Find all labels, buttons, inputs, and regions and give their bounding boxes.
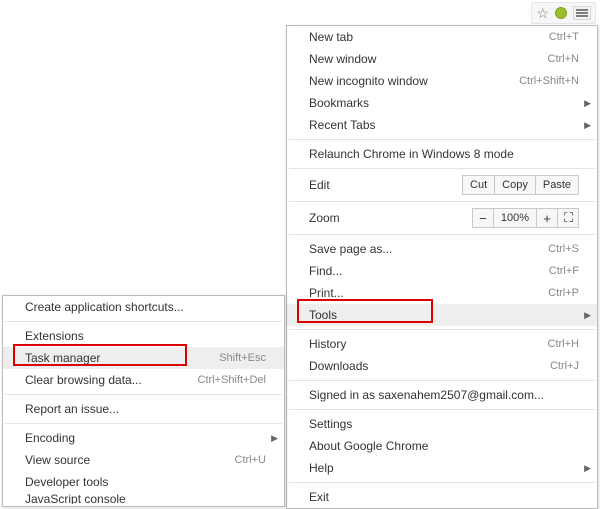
edit-copy-button[interactable]: Copy [494, 175, 536, 195]
menu-label: Exit [309, 490, 329, 504]
separator [289, 380, 595, 381]
menu-relaunch[interactable]: Relaunch Chrome in Windows 8 mode [287, 143, 597, 165]
submenu-task-manager[interactable]: Task manager Shift+Esc [3, 347, 284, 369]
separator [289, 234, 595, 235]
chrome-main-menu: New tab Ctrl+T New window Ctrl+N New inc… [286, 25, 598, 509]
chevron-right-icon: ▶ [584, 310, 591, 321]
menu-signed-in[interactable]: Signed in as saxenahem2507@gmail.com... [287, 384, 597, 406]
menu-shortcut: Shift+Esc [219, 352, 266, 364]
chevron-right-icon: ▶ [584, 98, 591, 109]
menu-label: About Google Chrome [309, 439, 428, 453]
menu-label: Signed in as saxenahem2507@gmail.com... [309, 388, 544, 402]
edit-paste-button[interactable]: Paste [535, 175, 579, 195]
separator [289, 201, 595, 202]
menu-label: Bookmarks [309, 96, 369, 110]
menu-label: Tools [309, 308, 337, 322]
menu-save-as[interactable]: Save page as... Ctrl+S [287, 238, 597, 260]
separator [5, 423, 282, 424]
menu-label: Zoom [309, 211, 340, 225]
menu-shortcut: Ctrl+H [548, 338, 579, 350]
separator [289, 139, 595, 140]
submenu-view-source[interactable]: View source Ctrl+U [3, 449, 284, 471]
menu-print[interactable]: Print... Ctrl+P [287, 282, 597, 304]
menu-new-window[interactable]: New window Ctrl+N [287, 48, 597, 70]
separator [289, 482, 595, 483]
menu-label: History [309, 337, 346, 351]
menu-label: New tab [309, 30, 353, 44]
chevron-right-icon: ▶ [584, 463, 591, 474]
menu-label: Extensions [25, 329, 84, 343]
menu-shortcut: Ctrl+S [548, 243, 579, 255]
menu-label: Clear browsing data... [25, 373, 142, 387]
fullscreen-button[interactable]: ⛶ [557, 208, 579, 228]
menu-shortcut: Ctrl+N [548, 53, 579, 65]
menu-label: Task manager [25, 351, 100, 365]
bookmark-star-icon[interactable]: ☆ [536, 5, 549, 22]
zoom-out-button[interactable]: − [472, 208, 494, 228]
menu-label: Relaunch Chrome in Windows 8 mode [309, 147, 514, 161]
menu-edit-row: Edit Cut Copy Paste [287, 172, 597, 198]
toolbar: ☆ [531, 2, 596, 24]
separator [289, 168, 595, 169]
menu-shortcut: Ctrl+T [549, 31, 579, 43]
tools-submenu: Create application shortcuts... Extensio… [2, 295, 285, 507]
zoom-value: 100% [493, 208, 537, 228]
menu-shortcut: Ctrl+J [550, 360, 579, 372]
menu-new-tab[interactable]: New tab Ctrl+T [287, 26, 597, 48]
menu-zoom-row: Zoom − 100% + ⛶ [287, 205, 597, 231]
edit-cut-button[interactable]: Cut [462, 175, 495, 195]
menu-label: View source [25, 453, 90, 467]
menu-label: New incognito window [309, 74, 428, 88]
menu-downloads[interactable]: Downloads Ctrl+J [287, 355, 597, 377]
menu-label: Help [309, 461, 334, 475]
menu-new-incognito[interactable]: New incognito window Ctrl+Shift+N [287, 70, 597, 92]
submenu-dev-tools[interactable]: Developer tools [3, 471, 284, 493]
menu-label: Edit [309, 178, 330, 192]
menu-tools[interactable]: Tools ▶ [287, 304, 597, 326]
separator [5, 394, 282, 395]
menu-label: Save page as... [309, 242, 392, 256]
menu-recent-tabs[interactable]: Recent Tabs ▶ [287, 114, 597, 136]
zoom-in-button[interactable]: + [536, 208, 558, 228]
submenu-extensions[interactable]: Extensions [3, 325, 284, 347]
menu-label: JavaScript console [25, 493, 126, 504]
menu-label: Settings [309, 417, 352, 431]
menu-label: Encoding [25, 431, 75, 445]
menu-label: Recent Tabs [309, 118, 376, 132]
menu-shortcut: Ctrl+U [235, 454, 266, 466]
separator [5, 321, 282, 322]
chevron-right-icon: ▶ [271, 433, 278, 444]
menu-label: Report an issue... [25, 402, 119, 416]
submenu-create-shortcuts[interactable]: Create application shortcuts... [3, 296, 284, 318]
menu-shortcut: Ctrl+Shift+N [519, 75, 579, 87]
submenu-js-console[interactable]: JavaScript console [3, 493, 284, 504]
menu-label: Print... [309, 286, 344, 300]
menu-shortcut: Ctrl+F [549, 265, 579, 277]
menu-label: Developer tools [25, 475, 108, 489]
chevron-right-icon: ▶ [584, 120, 591, 131]
menu-shortcut: Ctrl+Shift+Del [198, 374, 266, 386]
menu-find[interactable]: Find... Ctrl+F [287, 260, 597, 282]
menu-hamburger-icon[interactable] [573, 6, 591, 20]
menu-bookmarks[interactable]: Bookmarks ▶ [287, 92, 597, 114]
menu-settings[interactable]: Settings [287, 413, 597, 435]
submenu-report-issue[interactable]: Report an issue... [3, 398, 284, 420]
menu-help[interactable]: Help ▶ [287, 457, 597, 479]
menu-label: Create application shortcuts... [25, 300, 184, 314]
menu-shortcut: Ctrl+P [548, 287, 579, 299]
submenu-clear-data[interactable]: Clear browsing data... Ctrl+Shift+Del [3, 369, 284, 391]
extension-dot-icon[interactable] [555, 7, 567, 19]
separator [289, 329, 595, 330]
menu-history[interactable]: History Ctrl+H [287, 333, 597, 355]
menu-label: New window [309, 52, 376, 66]
menu-about[interactable]: About Google Chrome [287, 435, 597, 457]
menu-label: Downloads [309, 359, 368, 373]
menu-label: Find... [309, 264, 342, 278]
separator [289, 409, 595, 410]
submenu-encoding[interactable]: Encoding ▶ [3, 427, 284, 449]
menu-exit[interactable]: Exit [287, 486, 597, 508]
